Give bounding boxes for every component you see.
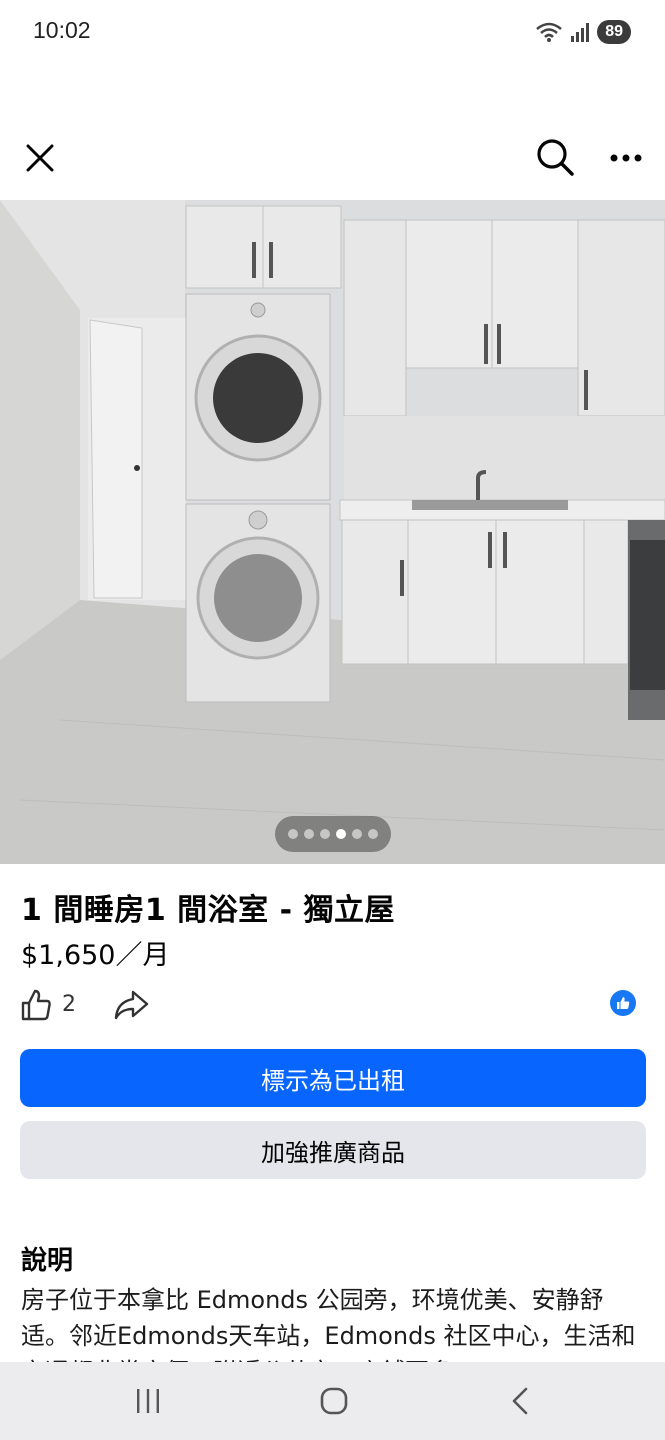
back-button[interactable] [490,1376,550,1426]
pager-dot [352,829,362,839]
share-button[interactable] [110,985,152,1025]
battery-indicator: 89 [597,20,631,44]
more-icon [610,154,642,162]
more-button[interactable] [604,136,648,180]
pager-dot [368,829,378,839]
back-icon [512,1387,528,1415]
recent-apps-button[interactable] [118,1376,178,1426]
pager-dot [288,829,298,839]
listing-price: $1,650／月 [21,940,170,971]
description-heading: 說明 [21,1246,74,1276]
pager-dot [320,829,330,839]
pager-dot-active [336,829,346,839]
listing-photo-image [0,200,665,864]
close-button[interactable] [18,136,62,180]
status-icons: 89 [535,18,631,46]
system-nav-bar [0,1362,665,1440]
wifi-icon [536,22,563,42]
like-reaction-badge [608,988,638,1018]
share-icon [114,990,149,1020]
like-button[interactable] [16,985,56,1025]
listing-title: 1 間睡房1 間浴室 - 獨立屋 [21,893,395,928]
like-reaction-icon [610,990,636,1016]
actions-row: 2 [0,980,665,1030]
boost-listing-button[interactable]: 加強推廣商品 [20,1121,646,1179]
mark-as-rented-button[interactable]: 標示為已出租 [20,1049,646,1107]
status-time: 10:02 [33,17,91,43]
close-icon [26,144,54,172]
listing-photo[interactable] [0,200,665,864]
top-bar [0,128,665,188]
home-icon [320,1387,348,1415]
search-button[interactable] [532,134,578,180]
pager-dot [304,829,314,839]
search-icon [537,139,574,176]
status-bar: 10:02 89 [0,0,665,64]
home-button[interactable] [304,1376,364,1426]
photo-pager [275,816,391,852]
like-count: 2 [62,992,76,1017]
signal-icon [571,23,590,42]
recent-apps-icon [137,1389,159,1413]
thumbs-up-icon [21,989,51,1021]
